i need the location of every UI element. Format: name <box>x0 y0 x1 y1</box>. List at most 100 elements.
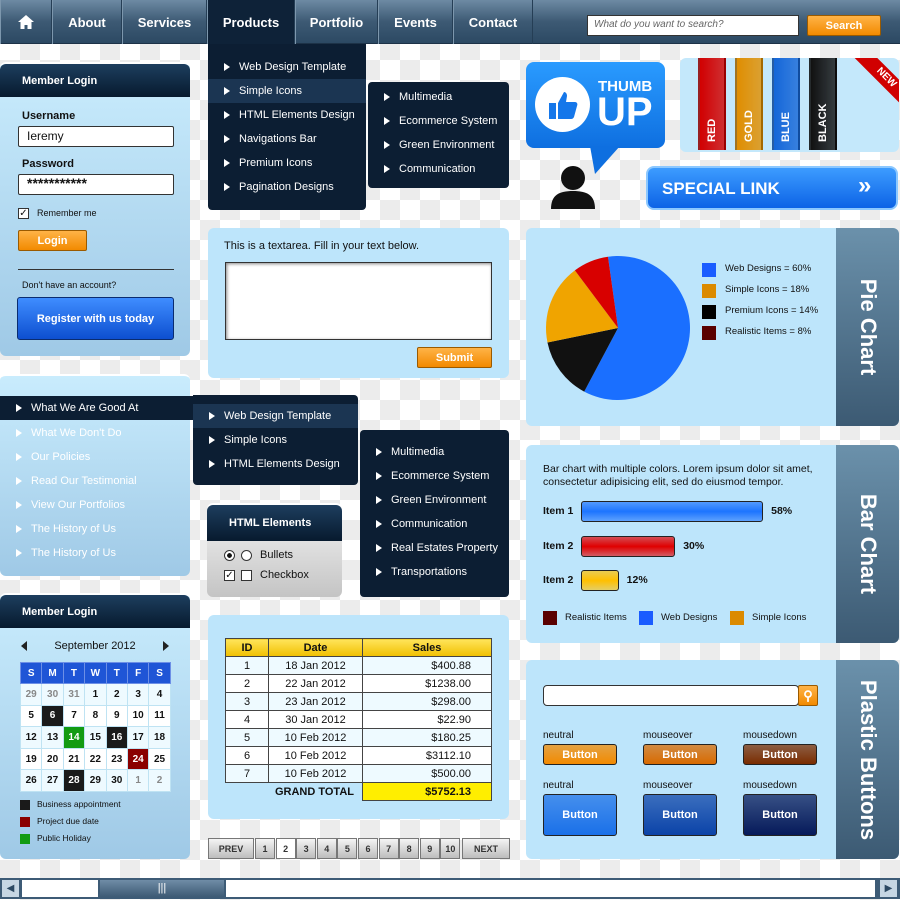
scroll-track[interactable] <box>22 880 98 897</box>
calendar-day[interactable]: 17 <box>126 726 150 749</box>
plastic-button-neutral[interactable]: Button <box>543 744 617 765</box>
plastic-button-mouseover[interactable]: Button <box>643 744 717 765</box>
page-1[interactable]: 1 <box>255 838 275 859</box>
calendar-day[interactable]: 12 <box>19 726 43 749</box>
page-4[interactable]: 4 <box>316 838 337 859</box>
plastic-button-mousedown[interactable]: Button <box>743 794 817 836</box>
calendar-day[interactable]: 20 <box>41 747 64 771</box>
menu-item[interactable]: Multimedia <box>360 440 509 464</box>
calendar-day[interactable]: 30 <box>41 683 64 706</box>
calendar-day[interactable]: 29 <box>84 769 107 792</box>
calendar-day[interactable]: 6 <box>41 704 64 728</box>
menu-item[interactable]: Web Design Template <box>208 55 366 79</box>
calendar-day[interactable]: 16 <box>105 726 128 749</box>
menu-item[interactable]: Green Environment <box>368 133 509 157</box>
calendar-day[interactable]: 2 <box>105 683 128 706</box>
calendar-day[interactable]: 21 <box>62 747 86 771</box>
page-8[interactable]: 8 <box>399 838 420 859</box>
calendar-day[interactable]: 5 <box>19 704 43 728</box>
nav-events[interactable]: Events <box>378 0 453 44</box>
menu-item[interactable]: What We Don't Do <box>0 421 190 445</box>
menu-item[interactable]: Navigations Bar <box>208 127 366 151</box>
checkbox-unchecked[interactable] <box>241 570 252 581</box>
calendar-day[interactable]: 1 <box>126 769 150 792</box>
page-2[interactable]: 2 <box>275 838 296 859</box>
username-field[interactable]: Ieremy <box>18 126 174 147</box>
scroll-left-icon[interactable]: ◀ <box>2 880 19 897</box>
calendar-day[interactable]: 4 <box>148 683 171 706</box>
checkbox-checked[interactable]: ✓ <box>224 570 235 581</box>
page-10[interactable]: 10 <box>440 838 461 859</box>
prev-button[interactable]: PREV <box>208 838 254 859</box>
calendar-day[interactable]: 30 <box>105 769 128 792</box>
calendar-day[interactable]: 2 <box>148 769 171 792</box>
calendar-day[interactable]: 11 <box>148 704 171 728</box>
plastic-button-mouseover[interactable]: Button <box>643 794 717 836</box>
calendar-day[interactable]: 9 <box>105 704 128 728</box>
next-button[interactable]: NEXT <box>462 838 510 859</box>
scroll-right-icon[interactable]: ▶ <box>880 880 897 897</box>
calendar-day[interactable]: 25 <box>148 747 171 771</box>
calendar-day[interactable]: 14 <box>62 726 86 749</box>
calendar-day[interactable]: 22 <box>84 747 107 771</box>
remember-checkbox[interactable]: ✓ <box>18 208 29 219</box>
next-month-icon[interactable] <box>163 641 169 651</box>
menu-item[interactable]: Pagination Designs <box>208 175 366 199</box>
page-3[interactable]: 3 <box>296 838 317 859</box>
page-7[interactable]: 7 <box>378 838 399 859</box>
menu-item[interactable]: Multimedia <box>368 85 509 109</box>
nav-portfolio[interactable]: Portfolio <box>295 0 378 44</box>
menu-item[interactable]: Communication <box>368 157 509 181</box>
calendar-day[interactable]: 19 <box>19 747 43 771</box>
menu-item[interactable]: The History of Us <box>0 517 190 541</box>
page-6[interactable]: 6 <box>358 838 378 859</box>
radio-unselected[interactable] <box>241 550 252 561</box>
plastic-button-mousedown[interactable]: Button <box>743 744 817 765</box>
menu-item[interactable]: Premium Icons <box>208 151 366 175</box>
menu-item[interactable]: The History of Us <box>0 541 190 565</box>
calendar-day[interactable]: 31 <box>62 683 86 706</box>
menu-item[interactable]: Transportations <box>360 560 509 584</box>
special-link-button[interactable]: SPECIAL LINK » <box>646 166 898 210</box>
menu-item[interactable]: HTML Elements Design <box>193 452 358 476</box>
search-button[interactable]: Search <box>807 15 881 36</box>
nav-about[interactable]: About <box>52 0 122 44</box>
text-area[interactable] <box>225 262 492 340</box>
calendar-day[interactable]: 3 <box>126 683 150 706</box>
menu-item-active[interactable]: What We Are Good At <box>0 396 193 420</box>
ribbon-black[interactable]: BLACK <box>809 58 837 150</box>
radio-selected[interactable] <box>224 550 235 561</box>
menu-item[interactable]: Green Environment <box>360 488 509 512</box>
scroll-thumb[interactable]: ||| <box>100 880 224 897</box>
thumb-up-badge[interactable]: THUMB UP <box>526 62 665 148</box>
menu-item[interactable]: Web Design Template <box>193 404 358 428</box>
calendar-day[interactable]: 24 <box>126 747 150 771</box>
search-input[interactable]: What do you want to search? <box>587 15 799 36</box>
menu-item[interactable]: Communication <box>360 512 509 536</box>
plastic-search-input[interactable] <box>543 685 799 706</box>
calendar-day[interactable]: 23 <box>105 747 128 771</box>
menu-item[interactable]: Ecommerce System <box>368 109 509 133</box>
page-5[interactable]: 5 <box>337 838 358 859</box>
submit-button[interactable]: Submit <box>417 347 492 368</box>
ribbon-red[interactable]: RED <box>698 58 726 150</box>
calendar-day[interactable]: 15 <box>84 726 107 749</box>
plastic-search-button[interactable]: ⚲ <box>798 685 818 706</box>
horizontal-scrollbar[interactable]: ◀ ||| ▶ <box>0 878 900 899</box>
menu-item[interactable]: HTML Elements Design <box>208 103 366 127</box>
menu-item[interactable]: Simple Icons <box>193 428 358 452</box>
ribbon-blue[interactable]: BLUE <box>772 58 800 150</box>
calendar-day[interactable]: 1 <box>84 683 107 706</box>
menu-item[interactable]: Real Estates Property <box>360 536 509 560</box>
calendar-day[interactable]: 26 <box>19 769 43 792</box>
calendar-day[interactable]: 27 <box>41 769 64 792</box>
plastic-button-neutral[interactable]: Button <box>543 794 617 836</box>
scroll-track[interactable] <box>226 880 875 897</box>
ribbon-gold[interactable]: GOLD <box>735 58 763 150</box>
nav-contact[interactable]: Contact <box>453 0 533 44</box>
calendar-day[interactable]: 28 <box>62 769 86 792</box>
calendar-day[interactable]: 7 <box>62 704 86 728</box>
nav-services[interactable]: Services <box>122 0 207 44</box>
menu-item[interactable]: Ecommerce System <box>360 464 509 488</box>
password-field[interactable]: *********** <box>18 174 174 195</box>
